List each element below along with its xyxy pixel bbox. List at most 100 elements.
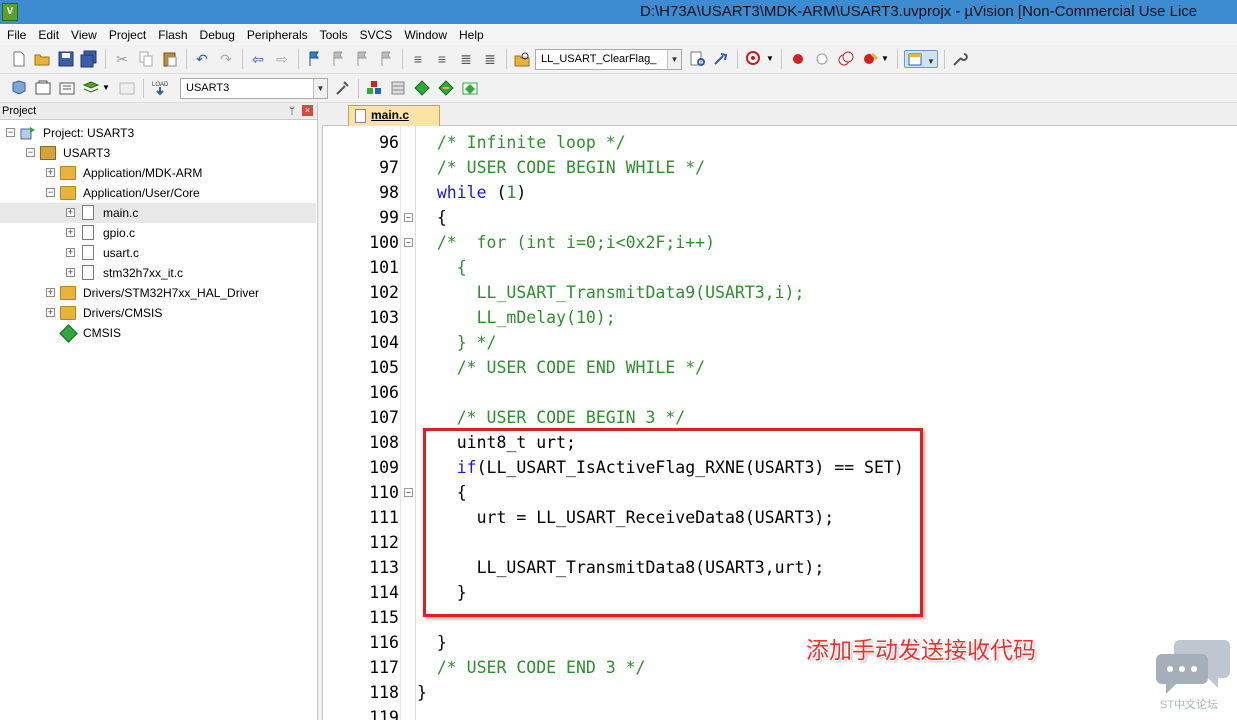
collapse-icon[interactable]: − <box>26 148 35 157</box>
redo-icon[interactable]: ↷ <box>217 50 235 68</box>
menu-project[interactable]: Project <box>103 25 152 45</box>
select-packs-icon[interactable] <box>389 79 407 97</box>
pack-installer-icon[interactable] <box>437 79 455 97</box>
menu-window[interactable]: Window <box>398 25 453 45</box>
rebuild-icon[interactable] <box>58 79 76 97</box>
window-layout-icon[interactable]: ▼ <box>904 50 938 68</box>
disable-all-breakpoints-icon[interactable] <box>837 50 855 68</box>
code-line[interactable]: 111 urt = LL_USART_ReceiveData8(USART3); <box>323 505 1237 530</box>
tree-item-file[interactable]: + stm32h7xx_it.c <box>0 263 316 283</box>
collapse-icon[interactable]: − <box>6 128 15 137</box>
kill-all-breakpoints-icon[interactable] <box>861 50 879 68</box>
indent-icon[interactable]: ≡ <box>409 50 427 68</box>
code-line[interactable]: 112 <box>323 530 1237 555</box>
fold-toggle-icon[interactable]: − <box>404 213 413 222</box>
code-line[interactable]: 103 LL_mDelay(10); <box>323 305 1237 330</box>
incremental-find-icon[interactable] <box>712 50 730 68</box>
menu-edit[interactable]: Edit <box>32 25 65 45</box>
disable-breakpoint-icon[interactable] <box>813 50 831 68</box>
find-icon[interactable] <box>689 50 707 68</box>
code-line[interactable]: 108 uint8_t urt; <box>323 430 1237 455</box>
menu-svcs[interactable]: SVCS <box>354 25 399 45</box>
bookmark-icon[interactable] <box>305 50 323 68</box>
pin-icon[interactable]: ᛘ <box>289 104 295 120</box>
code-line[interactable]: 105 /* USER CODE END WHILE */ <box>323 355 1237 380</box>
code-line[interactable]: 106 <box>323 380 1237 405</box>
copy-icon[interactable] <box>137 50 155 68</box>
code-editor[interactable]: 96 /* Infinite loop */97 /* USER CODE BE… <box>322 126 1237 720</box>
batch-build-icon[interactable] <box>82 79 100 97</box>
expand-icon[interactable]: + <box>46 308 55 317</box>
fold-toggle-icon[interactable]: − <box>404 238 413 247</box>
save-icon[interactable] <box>57 50 75 68</box>
code-line[interactable]: 119 <box>323 705 1237 720</box>
open-folder-icon[interactable] <box>33 50 51 68</box>
code-line[interactable]: 99− { <box>323 205 1237 230</box>
manage-rte-icon[interactable] <box>413 79 431 97</box>
expand-icon[interactable]: + <box>46 168 55 177</box>
tree-item-component[interactable]: CMSIS <box>0 323 316 343</box>
find-in-files-icon[interactable] <box>513 50 531 68</box>
find-combo[interactable]: LL_USART_ClearFlag_ ▼ <box>535 49 682 70</box>
code-line[interactable]: 117 /* USER CODE END 3 */ <box>323 655 1237 680</box>
expand-icon[interactable]: + <box>66 228 75 237</box>
menu-peripherals[interactable]: Peripherals <box>241 25 314 45</box>
collapse-icon[interactable]: − <box>46 188 55 197</box>
menu-file[interactable]: File <box>0 25 32 45</box>
manage-project-items-icon[interactable] <box>365 79 383 97</box>
code-line[interactable]: 115 <box>323 605 1237 630</box>
chevron-down-icon[interactable]: ▼ <box>667 50 681 69</box>
close-icon[interactable]: × <box>302 105 313 116</box>
menu-view[interactable]: View <box>65 25 103 45</box>
clear-bookmarks-icon[interactable] <box>377 50 395 68</box>
unindent-icon[interactable]: ≡ <box>433 50 451 68</box>
prev-bookmark-icon[interactable] <box>329 50 347 68</box>
expand-icon[interactable]: + <box>66 208 75 217</box>
tree-item-group[interactable]: + Application/MDK-ARM <box>0 163 316 183</box>
software-packs-icon[interactable] <box>461 79 479 97</box>
tree-item-target[interactable]: − USART3 <box>0 143 316 163</box>
code-line[interactable]: 113 LL_USART_TransmitData8(USART3,urt); <box>323 555 1237 580</box>
cut-icon[interactable]: ✂ <box>113 50 131 68</box>
code-line[interactable]: 118} <box>323 680 1237 705</box>
code-line[interactable]: 96 /* Infinite loop */ <box>323 130 1237 155</box>
tree-item-file[interactable]: + gpio.c <box>0 223 316 243</box>
code-line[interactable]: 101 { <box>323 255 1237 280</box>
target-select[interactable]: USART3 ▼ <box>180 78 328 99</box>
stop-build-icon[interactable] <box>118 79 136 97</box>
insert-breakpoint-icon[interactable] <box>789 50 807 68</box>
comment-icon[interactable]: ≣ <box>457 50 475 68</box>
batch-dropdown-icon[interactable]: ▼ <box>101 79 111 97</box>
breakpoint-dropdown-icon[interactable]: ▼ <box>880 50 890 68</box>
download-load-icon[interactable]: LOAD <box>151 79 169 97</box>
menu-debug[interactable]: Debug <box>194 25 241 45</box>
tree-item-project[interactable]: − Project: USART3 <box>0 123 316 143</box>
undo-icon[interactable]: ↶ <box>193 50 211 68</box>
paste-icon[interactable] <box>161 50 179 68</box>
uncomment-icon[interactable]: ≣ <box>481 50 499 68</box>
uvision-app-icon[interactable]: V <box>2 3 18 21</box>
save-all-icon[interactable] <box>80 50 98 68</box>
code-line[interactable]: 116 } <box>323 630 1237 655</box>
chevron-down-icon[interactable]: ▼ <box>313 79 327 98</box>
fold-toggle-icon[interactable]: − <box>404 488 413 497</box>
expand-icon[interactable]: + <box>66 248 75 257</box>
code-line[interactable]: 109 if(LL_USART_IsActiveFlag_RXNE(USART3… <box>323 455 1237 480</box>
code-line[interactable]: 97 /* USER CODE BEGIN WHILE */ <box>323 155 1237 180</box>
code-line[interactable]: 102 LL_USART_TransmitData9(USART3,i); <box>323 280 1237 305</box>
menu-tools[interactable]: Tools <box>314 25 354 45</box>
debug-dropdown-icon[interactable]: ▼ <box>765 50 775 68</box>
build-icon[interactable] <box>34 79 52 97</box>
tree-item-group[interactable]: + Drivers/STM32H7xx_HAL_Driver <box>0 283 316 303</box>
debug-session-icon[interactable] <box>745 50 763 68</box>
target-options-icon[interactable] <box>334 79 352 97</box>
tree-item-group[interactable]: − Application/User/Core <box>0 183 316 203</box>
code-line[interactable]: 107 /* USER CODE BEGIN 3 */ <box>323 405 1237 430</box>
tree-item-group[interactable]: + Drivers/CMSIS <box>0 303 316 323</box>
navigate-back-icon[interactable]: ⇦ <box>249 50 267 68</box>
tree-item-file[interactable]: + usart.c <box>0 243 316 263</box>
tab-main-c[interactable]: main.c <box>348 105 440 126</box>
tree-item-file[interactable]: + main.c <box>0 203 316 223</box>
menu-help[interactable]: Help <box>453 25 490 45</box>
expand-icon[interactable]: + <box>66 268 75 277</box>
